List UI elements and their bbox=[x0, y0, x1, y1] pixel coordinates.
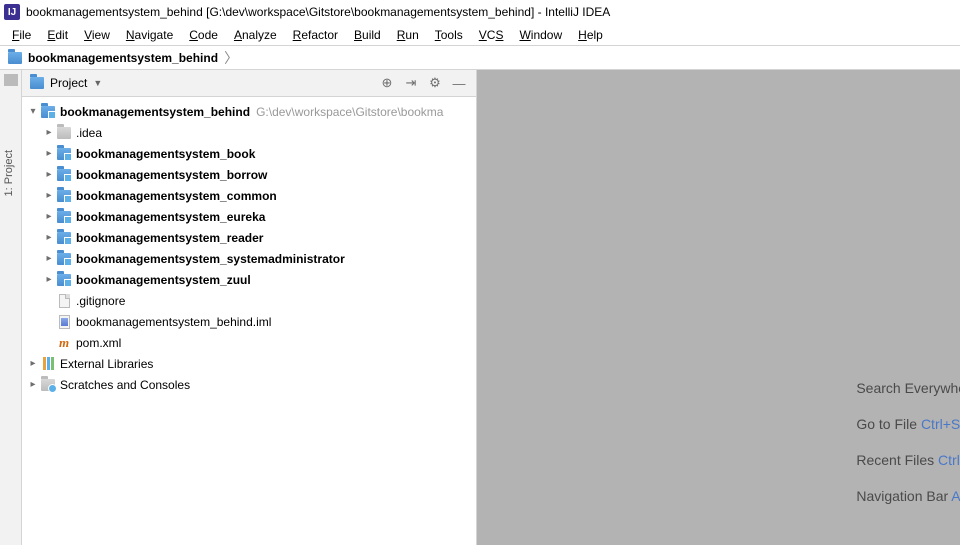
expand-toggle[interactable] bbox=[42, 211, 56, 222]
expand-toggle[interactable] bbox=[26, 358, 40, 369]
tree-item-label: bookmanagementsystem_zuul bbox=[76, 273, 251, 287]
menu-view[interactable]: View bbox=[76, 26, 118, 44]
tree-scratches[interactable]: Scratches and Consoles bbox=[22, 374, 476, 395]
iml-file-icon bbox=[59, 315, 70, 329]
expand-toggle[interactable] bbox=[42, 274, 56, 285]
hint-search-everywhere: Search Everywhe bbox=[856, 380, 960, 396]
welcome-hints: Search Everywhe Go to File Ctrl+S Recent… bbox=[856, 380, 960, 504]
tree-item-label: .idea bbox=[76, 126, 102, 140]
module-icon bbox=[41, 106, 55, 118]
stripe-tab-project[interactable]: 1: Project bbox=[3, 150, 15, 196]
shortcut-text: Ctrl+S bbox=[921, 416, 960, 432]
tree-item-common[interactable]: bookmanagementsystem_common bbox=[22, 185, 476, 206]
tree-item-label: bookmanagementsystem_reader bbox=[76, 231, 263, 245]
gear-icon[interactable]: ⚙ bbox=[426, 74, 444, 92]
module-icon bbox=[8, 52, 22, 64]
menu-navigate[interactable]: Navigate bbox=[118, 26, 181, 44]
file-icon bbox=[59, 294, 70, 308]
tree-item-label: bookmanagementsystem_behind.iml bbox=[76, 315, 271, 329]
maven-icon: m bbox=[59, 335, 69, 351]
minimize-icon[interactable]: — bbox=[450, 74, 468, 92]
main-area: 1: Project Project ▼ ⊕ ⇥ ⚙ — bookmanagem… bbox=[0, 70, 960, 545]
tool-window-stripe-left: 1: Project bbox=[0, 70, 22, 545]
dropdown-icon[interactable]: ▼ bbox=[93, 78, 102, 88]
menu-window[interactable]: Window bbox=[511, 26, 570, 44]
expand-toggle[interactable] bbox=[42, 169, 56, 180]
module-icon bbox=[57, 232, 71, 244]
module-icon bbox=[57, 190, 71, 202]
expand-toggle[interactable] bbox=[42, 148, 56, 159]
expand-toggle[interactable] bbox=[42, 253, 56, 264]
menubar: File Edit View Navigate Code Analyze Ref… bbox=[0, 24, 960, 46]
tree-item-borrow[interactable]: bookmanagementsystem_borrow bbox=[22, 164, 476, 185]
collapse-all-icon[interactable]: ⇥ bbox=[402, 74, 420, 92]
project-panel-header: Project ▼ ⊕ ⇥ ⚙ — bbox=[22, 70, 476, 97]
hint-navigation-bar: Navigation Bar A bbox=[856, 488, 960, 504]
menu-help[interactable]: Help bbox=[570, 26, 611, 44]
titlebar: IJ bookmanagementsystem_behind [G:\dev\w… bbox=[0, 0, 960, 24]
navigation-bar[interactable]: bookmanagementsystem_behind 〉 bbox=[0, 46, 960, 70]
tree-item-label: External Libraries bbox=[60, 357, 153, 371]
hint-go-to-file: Go to File Ctrl+S bbox=[856, 416, 960, 432]
menu-code[interactable]: Code bbox=[181, 26, 226, 44]
project-tool-window: Project ▼ ⊕ ⇥ ⚙ — bookmanagementsystem_b… bbox=[22, 70, 477, 545]
project-panel-title[interactable]: Project bbox=[50, 76, 87, 90]
expand-toggle[interactable] bbox=[42, 127, 56, 138]
tree-item-label: bookmanagementsystem_systemadministrator bbox=[76, 252, 345, 266]
stripe-mark-icon bbox=[4, 74, 18, 86]
tree-item-pom[interactable]: m pom.xml bbox=[22, 332, 476, 353]
editor-empty-area: Search Everywhe Go to File Ctrl+S Recent… bbox=[477, 70, 960, 545]
chevron-right-icon: 〉 bbox=[224, 48, 238, 68]
expand-toggle[interactable] bbox=[42, 190, 56, 201]
expand-toggle[interactable] bbox=[26, 379, 40, 390]
app-icon: IJ bbox=[4, 4, 20, 20]
libraries-icon bbox=[43, 357, 54, 370]
tree-item-label: .gitignore bbox=[76, 294, 125, 308]
menu-refactor[interactable]: Refactor bbox=[285, 26, 346, 44]
folder-icon bbox=[57, 127, 71, 139]
module-icon bbox=[57, 211, 71, 223]
tree-item-idea[interactable]: .idea bbox=[22, 122, 476, 143]
tree-root[interactable]: bookmanagementsystem_behind G:\dev\works… bbox=[22, 101, 476, 122]
tree-item-label: bookmanagementsystem_borrow bbox=[76, 168, 267, 182]
tree-item-label: bookmanagementsystem_book bbox=[76, 147, 255, 161]
shortcut-text: A bbox=[951, 488, 960, 504]
menu-vcs[interactable]: VCS bbox=[471, 26, 512, 44]
menu-run[interactable]: Run bbox=[389, 26, 427, 44]
tree-item-iml[interactable]: bookmanagementsystem_behind.iml bbox=[22, 311, 476, 332]
module-icon bbox=[57, 253, 71, 265]
scratches-icon bbox=[41, 379, 55, 391]
tree-item-zuul[interactable]: bookmanagementsystem_zuul bbox=[22, 269, 476, 290]
tree-item-systemadministrator[interactable]: bookmanagementsystem_systemadministrator bbox=[22, 248, 476, 269]
module-icon bbox=[57, 169, 71, 181]
menu-analyze[interactable]: Analyze bbox=[226, 26, 285, 44]
tree-item-label: pom.xml bbox=[76, 336, 121, 350]
menu-build[interactable]: Build bbox=[346, 26, 389, 44]
tree-item-label: Scratches and Consoles bbox=[60, 378, 190, 392]
module-icon bbox=[57, 148, 71, 160]
breadcrumb-root[interactable]: bookmanagementsystem_behind bbox=[28, 51, 218, 65]
tree-item-reader[interactable]: bookmanagementsystem_reader bbox=[22, 227, 476, 248]
tree-item-label: bookmanagementsystem_common bbox=[76, 189, 277, 203]
tree-item-gitignore[interactable]: .gitignore bbox=[22, 290, 476, 311]
tree-external-libraries[interactable]: External Libraries bbox=[22, 353, 476, 374]
expand-toggle[interactable] bbox=[42, 232, 56, 243]
menu-tools[interactable]: Tools bbox=[427, 26, 471, 44]
tree-item-label: bookmanagementsystem_eureka bbox=[76, 210, 265, 224]
select-opened-file-icon[interactable]: ⊕ bbox=[378, 74, 396, 92]
window-title: bookmanagementsystem_behind [G:\dev\work… bbox=[26, 5, 610, 19]
tree-item-eureka[interactable]: bookmanagementsystem_eureka bbox=[22, 206, 476, 227]
project-tree[interactable]: bookmanagementsystem_behind G:\dev\works… bbox=[22, 97, 476, 545]
hint-recent-files: Recent Files Ctrl+ bbox=[856, 452, 960, 468]
tree-root-path: G:\dev\workspace\Gitstore\bookma bbox=[256, 105, 443, 119]
shortcut-text: Ctrl+ bbox=[938, 452, 960, 468]
tree-root-label: bookmanagementsystem_behind bbox=[60, 105, 250, 119]
expand-toggle[interactable] bbox=[26, 106, 40, 117]
module-icon bbox=[57, 274, 71, 286]
project-icon bbox=[30, 77, 44, 89]
tree-item-book[interactable]: bookmanagementsystem_book bbox=[22, 143, 476, 164]
menu-edit[interactable]: Edit bbox=[39, 26, 76, 44]
menu-file[interactable]: File bbox=[4, 26, 39, 44]
